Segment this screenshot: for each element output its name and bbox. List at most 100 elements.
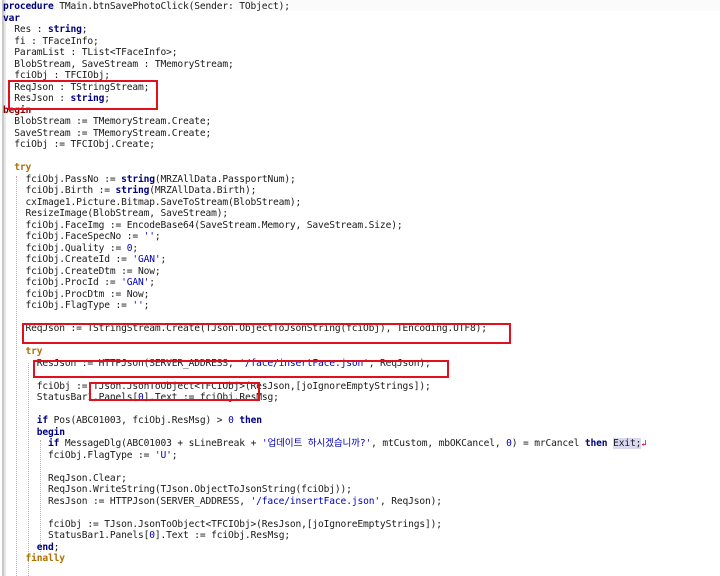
code-line[interactable]: ReqJson : TStringStream; [3,82,149,93]
code-token: ReqJson.Clear; [3,472,127,484]
code-line[interactable]: Res : string; [3,24,87,35]
code-line[interactable]: fciObj.ProcDtm := Now; [3,288,150,300]
code-token: var [3,12,20,24]
code-token: StatusBar1.Panels[ [3,392,139,403]
code-token: BlobStream := TMemoryStream.Create; [3,116,212,127]
code-token: if [36,415,49,426]
code-token: fciObj := TJson.JsonToObject<TFCIObj>(Re… [3,380,431,392]
code-line[interactable]: fciObj := TJson.JsonToObject<TFCIObj>(Re… [3,381,431,392]
code-token: fciObj.PassNo := [3,173,122,185]
code-token: 'U' [154,449,172,461]
code-line[interactable]: procedure TMain.btnSavePhotoClick(Sender… [3,1,290,12]
code-token: then [584,438,608,449]
code-line[interactable]: fciObj.CreateDtm := Now; [3,266,161,277]
code-token: fciObj := TJson.JsonToObject<TFCIObj>(Re… [3,518,442,530]
code-token: string [115,185,150,196]
code-line[interactable]: BlobStream := TMemoryStream.Create; [3,116,211,127]
code-token: try [25,346,43,357]
code-line[interactable]: begin [3,105,31,116]
code-token: Pos(ABC01003, fciObj.ResMsg) > [48,415,229,426]
code-line[interactable]: ReqJson := TStringStream.Create(TJson.Ob… [3,323,487,334]
code-token: ; [149,277,155,288]
code-token: string [48,24,82,35]
code-token: '업데이트 하시겠습니까?' [261,438,372,449]
code-token: fciObj.ProcDtm := Now; [3,288,150,300]
code-line[interactable]: fciObj.FlagType := 'U'; [3,449,178,461]
code-token: ReqJson := TStringStream.Create(TJson.Ob… [3,323,487,334]
code-line[interactable]: fciObj.ProcId := 'GAN'; [3,277,156,288]
code-token: 'GAN' [132,254,161,265]
code-token: fciObj.FlagType := [3,300,133,311]
code-token: end [36,541,54,553]
code-token: then [239,415,262,426]
code-line[interactable]: BlobStream, SaveStream : TMemoryStream; [3,59,234,70]
code-line[interactable]: ReqJson.Clear; [3,473,127,484]
code-line[interactable]: if Pos(ABC01003, fciObj.ResMsg) > 0 then [3,415,262,426]
code-line[interactable]: try [3,162,31,173]
code-token: ParamList : TList<TFaceInfo>; [3,47,178,58]
code-line[interactable]: fciObj : TFCIObj; [3,70,110,81]
code-token: if [48,438,60,449]
code-token: procedure [3,1,54,12]
code-token: ) = mrCancel [511,438,585,449]
code-token: Exit; [613,438,642,449]
code-token: fciObj.CreateId := [3,254,133,265]
code-line[interactable]: ResJson : string; [3,93,110,104]
code-token: ; [171,449,178,461]
code-token: begin [36,426,65,438]
code-token: ].Text := fciObj.ResMsg; [154,530,290,541]
code-token: ; [160,254,167,265]
code-editor[interactable]: procedure TMain.btnSavePhotoClick(Sender… [0,0,720,576]
code-line[interactable]: fciObj := TFCIObj.Create; [3,139,155,150]
code-line[interactable] [3,565,26,576]
code-token: StatusBar1.Panels[ [3,530,150,541]
code-token: ; [154,231,161,242]
code-token: ].Text := fciObj.ResMsg; [143,392,279,403]
code-line[interactable]: fciObj.FaceSpecNo := ''; [3,231,161,242]
code-line[interactable]: fciObj.CreateId := 'GAN'; [3,254,167,265]
code-token: ResizeImage(BlobStream, SaveStream); [3,208,229,219]
code-token: TMain.btnSavePhotoClick(Sender: TObject)… [53,1,290,12]
code-token: , mtCustom, mbOKCancel, [371,438,507,449]
code-token: (MRZAllData.PassportNum); [154,173,296,185]
code-line[interactable]: ReqJson.WriteString(TJson.ObjectToJsonSt… [3,484,352,495]
code-line[interactable]: var [3,13,20,24]
code-token: string [121,173,155,185]
code-token: ResJson : [3,93,71,104]
code-line[interactable]: SaveStream := TMemoryStream.Create; [3,128,211,139]
code-line[interactable]: if MessageDlg(ABC01003 + sLineBreak + '업… [3,438,647,449]
code-line[interactable]: ResJson := HTTPJson(SERVER_ADDRESS, '/fa… [3,496,442,507]
code-line[interactable]: fciObj.FaceImg := EncodeBase64(SaveStrea… [3,220,403,231]
code-line[interactable]: finally [3,553,66,564]
code-token: begin [3,104,32,116]
code-line[interactable]: end; [3,541,60,553]
code-line[interactable]: ResJson := HTTPJson(SERVER_ADDRESS, '/fa… [3,358,431,369]
code-token: ; [132,242,139,254]
code-line[interactable]: fciObj.PassNo := string(MRZAllData.Passp… [3,174,296,185]
code-line[interactable]: fciObj.Birth := string(MRZAllData.Birth)… [3,185,257,196]
code-line[interactable]: StatusBar1.Panels[0].Text := fciObj.ResM… [3,530,290,541]
code-token: fciObj.FaceSpecNo := [3,231,144,242]
code-line[interactable]: fi : TFaceInfo; [3,36,99,47]
code-line[interactable]: ParamList : TList<TFaceInfo>; [3,47,177,58]
code-token: , ReqJson); [368,357,431,369]
code-token: fciObj : TFCIObj; [3,70,110,81]
code-line[interactable]: fciObj.FlagType := ''; [3,300,150,311]
code-token: ; [53,541,60,553]
code-token: ; [81,24,88,35]
code-token: BlobStream, SaveStream : TMemoryStream; [3,58,234,70]
code-line[interactable]: fciObj := TJson.JsonToObject<TFCIObj>(Re… [3,519,442,530]
code-line[interactable]: try [3,346,43,357]
code-token: ResJson := HTTPJson(SERVER_ADDRESS, [3,357,240,369]
code-token: MessageDlg(ABC01003 + sLineBreak + [59,438,262,449]
code-token: cxImage1.Picture.Bitmap.SaveToStream(Blo… [3,196,302,208]
code-line[interactable]: ResizeImage(BlobStream, SaveStream); [3,208,229,219]
code-token: fciObj.ProcId := [3,277,122,288]
code-line[interactable]: fciObj.Quality := 0; [3,242,139,254]
code-line[interactable]: begin [3,427,65,438]
code-line[interactable]: StatusBar1.Panels[0].Text := fciObj.ResM… [3,392,279,403]
code-token: ReqJson : TStringStream; [3,81,150,93]
code-line[interactable]: cxImage1.Picture.Bitmap.SaveToStream(Blo… [3,196,302,208]
